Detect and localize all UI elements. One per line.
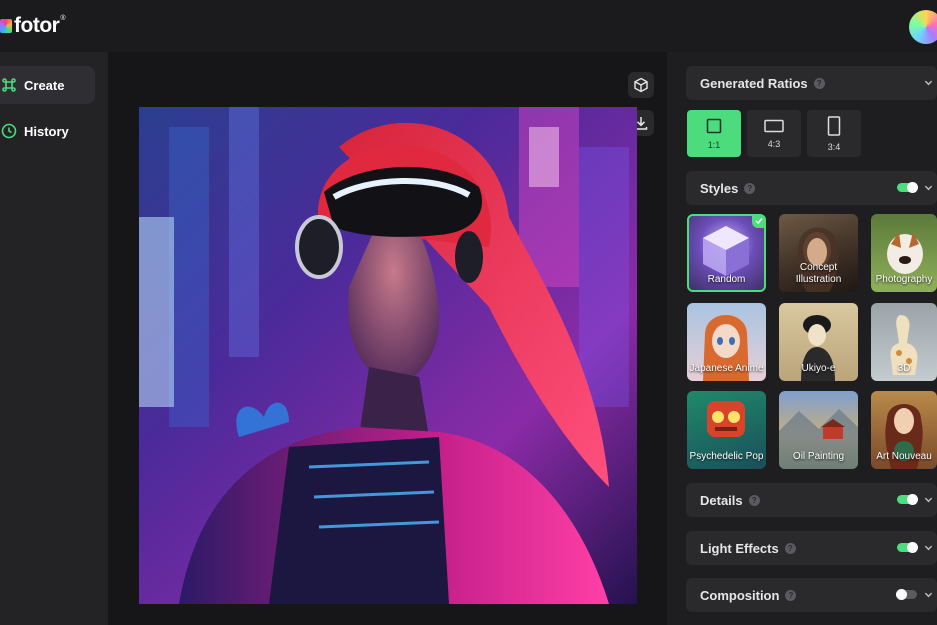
section-title: Details bbox=[700, 492, 743, 508]
details-toggle[interactable] bbox=[897, 494, 918, 505]
ratio-1-1[interactable]: 1:1 bbox=[687, 110, 741, 157]
logo-text: fotor bbox=[14, 14, 60, 37]
section-title: Styles bbox=[700, 180, 739, 196]
help-icon[interactable]: ? bbox=[748, 494, 760, 506]
ratio-label: 3:4 bbox=[827, 141, 841, 152]
style-tile-3d[interactable]: 3D bbox=[871, 303, 937, 381]
ratio-4-3[interactable]: 4:3 bbox=[747, 110, 801, 157]
style-label: Oil Painting bbox=[792, 451, 845, 462]
user-avatar[interactable] bbox=[909, 10, 937, 44]
generated-image[interactable] bbox=[139, 107, 637, 604]
square-ratio-icon bbox=[706, 118, 722, 133]
style-tile-japanese-anime[interactable]: Japanese Anime bbox=[687, 303, 766, 381]
chevron-down-icon[interactable] bbox=[924, 495, 933, 504]
portrait-ratio-icon bbox=[827, 115, 841, 136]
sidebar-item-label: History bbox=[24, 123, 69, 139]
style-tile-ukiyo-e[interactable]: Ukiyo-e bbox=[779, 303, 858, 381]
sidebar-item-history[interactable]: History bbox=[0, 112, 95, 150]
style-tile-random[interactable]: Random bbox=[687, 214, 766, 292]
styles-toggle[interactable] bbox=[897, 182, 918, 193]
landscape-ratio-icon bbox=[764, 119, 784, 132]
chevron-down-icon[interactable] bbox=[924, 590, 933, 599]
style-label: Japanese Anime bbox=[689, 363, 764, 374]
sidebar-item-label: Create bbox=[24, 77, 65, 93]
section-title: Light Effects bbox=[700, 540, 779, 556]
3d-cube-button[interactable] bbox=[628, 72, 654, 98]
check-icon bbox=[752, 214, 766, 228]
style-label: 3D bbox=[897, 363, 911, 374]
composition-toggle[interactable] bbox=[896, 589, 917, 600]
app-header: fotor ® bbox=[0, 0, 937, 52]
chevron-down-icon[interactable] bbox=[924, 183, 933, 192]
help-icon[interactable]: ? bbox=[744, 182, 756, 194]
cube-icon bbox=[634, 77, 648, 93]
section-generated-ratios[interactable]: Generated Ratios ? bbox=[686, 66, 937, 100]
sidebar-item-create[interactable]: Create bbox=[0, 66, 95, 104]
command-icon bbox=[0, 76, 18, 94]
style-label: Photography bbox=[875, 274, 933, 285]
generated-image-artwork bbox=[139, 107, 637, 604]
logo-mark-icon bbox=[0, 19, 12, 33]
chevron-down-icon[interactable] bbox=[924, 543, 933, 552]
light-effects-toggle[interactable] bbox=[897, 542, 918, 553]
style-label: Art Nouveau bbox=[876, 451, 932, 462]
fotor-logo[interactable]: fotor ® bbox=[0, 12, 66, 40]
style-label: Psychedelic Pop bbox=[689, 451, 764, 462]
style-tile-photography[interactable]: Photography bbox=[871, 214, 937, 292]
help-icon[interactable]: ? bbox=[813, 77, 825, 89]
clock-icon bbox=[0, 122, 18, 140]
help-icon[interactable]: ? bbox=[785, 589, 797, 601]
style-tile-concept-illustration[interactable]: Concept Illustration bbox=[779, 214, 858, 292]
ratio-label: 1:1 bbox=[707, 139, 721, 150]
style-label: Concept Illustration bbox=[795, 262, 842, 285]
style-label: Random bbox=[707, 274, 746, 285]
section-title: Composition bbox=[700, 587, 780, 603]
section-details[interactable]: Details ? bbox=[686, 483, 937, 517]
help-icon[interactable]: ? bbox=[784, 542, 796, 554]
style-tile-psychedelic-pop[interactable]: Psychedelic Pop bbox=[687, 391, 766, 469]
section-composition[interactable]: Composition ? bbox=[686, 578, 937, 612]
style-tile-oil-painting[interactable]: Oil Painting bbox=[779, 391, 858, 469]
style-label: Ukiyo-e bbox=[801, 363, 836, 374]
section-light-effects[interactable]: Light Effects ? bbox=[686, 531, 937, 565]
logo-registered-mark: ® bbox=[60, 15, 66, 22]
section-title: Generated Ratios bbox=[700, 75, 808, 91]
section-styles[interactable]: Styles ? bbox=[686, 171, 937, 205]
ratio-3-4[interactable]: 3:4 bbox=[807, 110, 861, 157]
ratio-label: 4:3 bbox=[767, 138, 781, 149]
style-tile-art-nouveau[interactable]: Art Nouveau bbox=[871, 391, 937, 469]
chevron-down-icon[interactable] bbox=[924, 78, 933, 87]
sidebar: Create History bbox=[0, 52, 108, 625]
